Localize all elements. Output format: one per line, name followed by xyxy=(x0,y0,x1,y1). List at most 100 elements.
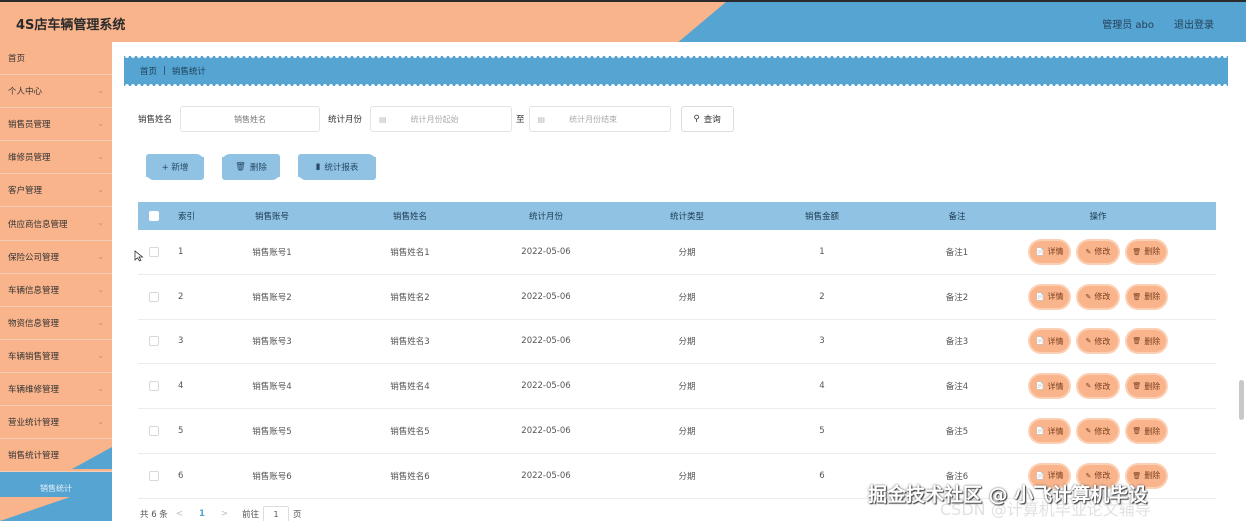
edit-button[interactable]: ✎ 修改 xyxy=(1078,285,1118,308)
account-cell: 销售账号5 xyxy=(252,427,292,438)
detail-button[interactable]: 📄 详情 xyxy=(1030,375,1070,398)
prev-page-button[interactable]: < xyxy=(176,509,183,519)
row-actions: 📄 详情 ✎ 修改 🗑 删除 xyxy=(1030,375,1166,398)
sidebar-item-label: 保险公司管理 xyxy=(8,252,60,263)
batch-delete-label: 删除 xyxy=(249,163,267,173)
delete-button[interactable]: 🗑 删除 xyxy=(1126,375,1166,398)
sales-name-input[interactable] xyxy=(180,106,321,132)
name-cell: 销售姓名6 xyxy=(390,471,430,482)
add-button[interactable]: + 新增 xyxy=(146,157,204,177)
sidebar-item[interactable]: 车辆维修管理 ⌄ xyxy=(0,373,112,407)
month-start-input[interactable]: ▤ 统计月份起始 xyxy=(370,106,513,132)
sidebar-item[interactable]: 客户管理 ⌄ xyxy=(0,174,112,208)
trash-icon: 🗑 xyxy=(1132,471,1142,480)
app-title: 4S店车辆管理系统 xyxy=(16,18,126,33)
index-cell: 1 xyxy=(178,246,184,257)
row-checkbox[interactable] xyxy=(149,291,159,302)
bar-chart-icon: ▮ xyxy=(315,162,321,172)
account-cell: 销售账号3 xyxy=(252,337,292,348)
sidebar-item[interactable]: 维修员管理 ⌄ xyxy=(0,141,112,175)
breadcrumb-separator: | xyxy=(163,66,166,76)
pencil-icon: ✎ xyxy=(1085,337,1092,346)
sidebar-item[interactable]: 个人中心 ⌄ xyxy=(0,75,112,109)
document-icon: 📄 xyxy=(1035,382,1045,391)
sidebar-item[interactable]: 供应商信息管理 ⌄ xyxy=(0,207,112,241)
vertical-scrollbar[interactable] xyxy=(1239,380,1244,420)
note-cell: 备注1 xyxy=(945,247,969,258)
goto-page-input[interactable]: 1 xyxy=(263,506,289,521)
month-end-input[interactable]: ▤ 统计月份结束 xyxy=(528,106,671,132)
sidebar-item[interactable]: 首页 xyxy=(0,42,112,76)
delete-button[interactable]: 🗑 删除 xyxy=(1126,240,1166,263)
trash-icon: 🗑 xyxy=(1132,382,1142,391)
type-cell: 分期 xyxy=(678,247,696,258)
sales-stats-table: 索引 销售账号 销售姓名 统计月份 统计类型 销售金额 备注 操作 1 销售账号1… xyxy=(138,202,1216,499)
row-checkbox[interactable] xyxy=(149,336,159,347)
row-checkbox-cell xyxy=(138,470,170,481)
chevron-down-icon: ⌄ xyxy=(97,317,104,327)
batch-delete-button[interactable]: 🗑 删除 xyxy=(222,157,280,177)
detail-button-label: 详情 xyxy=(1047,292,1064,302)
row-actions: 📄 详情 ✎ 修改 🗑 删除 xyxy=(1030,285,1166,308)
delete-button[interactable]: 🗑 删除 xyxy=(1126,420,1166,443)
breadcrumb: 首页 | 销售统计 xyxy=(124,54,1228,88)
edit-button[interactable]: ✎ 修改 xyxy=(1078,420,1118,443)
index-cell: 3 xyxy=(178,336,184,347)
trash-icon: 🗑 xyxy=(1132,427,1142,436)
sidebar-item[interactable]: 物资信息管理 ⌄ xyxy=(0,307,112,340)
total-count: 共 6 条 xyxy=(140,510,168,520)
row-checkbox[interactable] xyxy=(149,246,159,257)
sidebar-item[interactable]: 保险公司管理 ⌄ xyxy=(0,241,112,274)
month-cell: 2022-05-06 xyxy=(521,426,571,437)
sidebar-item[interactable]: 营业统计管理 ⌄ xyxy=(0,406,112,440)
sidebar-item-label: 销售统计管理 xyxy=(8,451,60,462)
document-icon: 📄 xyxy=(1035,247,1045,256)
pencil-icon: ✎ xyxy=(1085,382,1092,391)
sidebar-item-label: 首页 xyxy=(8,54,26,65)
index-cell: 5 xyxy=(178,426,184,437)
header-checkbox-cell xyxy=(138,211,170,221)
query-button[interactable]: ⚲ 查询 xyxy=(680,106,734,132)
name-cell: 销售姓名3 xyxy=(390,337,430,348)
logout-link[interactable]: 退出登录 xyxy=(1174,16,1214,31)
page-number-button[interactable]: 1 xyxy=(199,509,205,519)
detail-button[interactable]: 📄 详情 xyxy=(1030,240,1070,263)
document-icon: 📄 xyxy=(1035,337,1045,346)
sidebar-item-label: 维修员管理 xyxy=(8,153,51,164)
delete-button[interactable]: 🗑 删除 xyxy=(1126,285,1166,308)
next-page-button[interactable]: > xyxy=(221,509,228,519)
row-checkbox[interactable] xyxy=(149,426,159,437)
pencil-icon: ✎ xyxy=(1085,292,1092,301)
column-header: 备注 xyxy=(948,212,966,222)
detail-button-label: 详情 xyxy=(1047,381,1064,391)
edit-button[interactable]: ✎ 修改 xyxy=(1078,375,1118,398)
account-cell: 销售账号6 xyxy=(252,471,292,482)
edit-button-label: 修改 xyxy=(1094,292,1111,302)
sidebar-item-label: 供应商信息管理 xyxy=(8,219,68,230)
row-checkbox[interactable] xyxy=(149,470,159,481)
table-row: 5 销售账号5 销售姓名5 2022-05-06 分期 5 备注5 📄 详情 ✎ 修改 🗑 删除 xyxy=(138,409,1216,454)
row-actions: 📄 详情 ✎ 修改 🗑 删除 xyxy=(1030,240,1166,263)
edit-button[interactable]: ✎ 修改 xyxy=(1078,330,1118,353)
chevron-down-icon: ⌄ xyxy=(97,152,104,162)
breadcrumb-home[interactable]: 首页 xyxy=(140,65,157,77)
select-all-checkbox[interactable] xyxy=(149,211,159,221)
row-checkbox[interactable] xyxy=(149,381,159,392)
name-cell: 销售姓名5 xyxy=(390,427,430,438)
pencil-icon: ✎ xyxy=(1085,427,1092,436)
stats-report-button[interactable]: ▮ 统计报表 xyxy=(298,157,376,177)
detail-button[interactable]: 📄 详情 xyxy=(1030,285,1070,308)
detail-button[interactable]: 📄 详情 xyxy=(1030,330,1070,353)
type-cell: 分期 xyxy=(678,382,696,393)
detail-button[interactable]: 📄 详情 xyxy=(1030,420,1070,443)
sidebar-item[interactable]: 销售员管理 ⌄ xyxy=(0,108,112,142)
search-bar: 销售姓名 统计月份 ▤ 统计月份起始 至 ▤ 统计月份结束 ⚲ 查询 xyxy=(138,106,734,132)
amount-cell: 2 xyxy=(819,291,825,302)
sidebar-item[interactable]: 车辆信息管理 ⌄ xyxy=(0,274,112,307)
edit-button[interactable]: ✎ 修改 xyxy=(1078,240,1118,263)
column-header: 索引 xyxy=(178,212,196,222)
search-icon: ⚲ xyxy=(693,114,700,124)
sidebar-item[interactable]: 车辆销售管理 ⌄ xyxy=(0,340,112,373)
breadcrumb-current: 销售统计 xyxy=(171,67,206,77)
delete-button[interactable]: 🗑 删除 xyxy=(1126,330,1166,353)
